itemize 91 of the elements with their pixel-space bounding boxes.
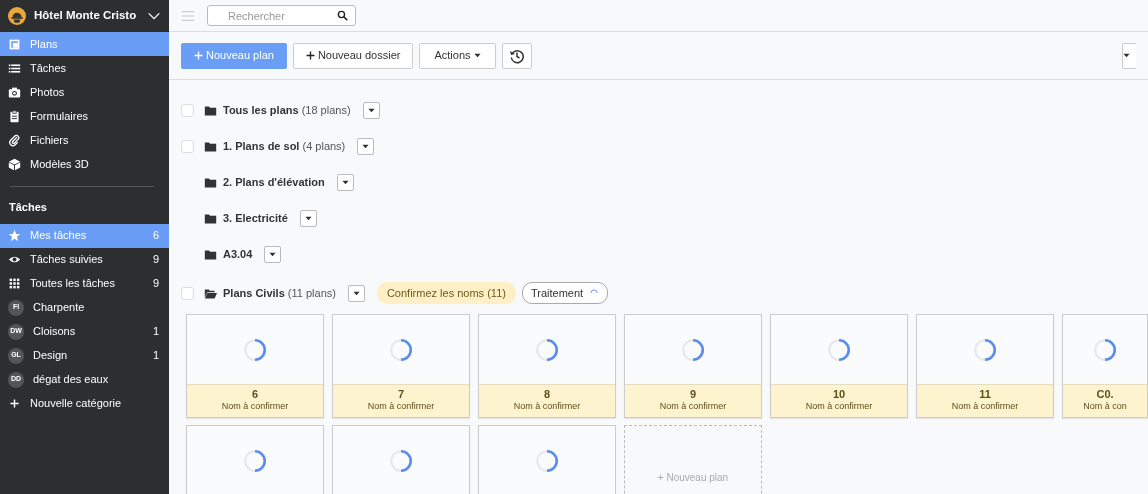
dropdown-button[interactable]	[264, 245, 282, 263]
plan-card[interactable]: 6 Nom à confirmer	[186, 314, 324, 418]
paperclip-icon	[8, 133, 21, 147]
cube-icon	[8, 157, 21, 171]
folder-name[interactable]: Tous les plans (18 plans)	[223, 101, 351, 119]
spinner-icon	[388, 447, 414, 474]
plan-icon	[8, 37, 21, 51]
sidebar-item[interactable]: Fichiers	[0, 128, 169, 152]
spinner-icon	[388, 336, 414, 363]
plan-number: C0.	[1095, 388, 1115, 401]
sidebar-item[interactable]: Tâches suivies 9	[0, 247, 169, 272]
plan-number: 7	[396, 388, 406, 401]
search-icon	[337, 10, 348, 21]
checkbox[interactable]	[181, 286, 194, 300]
search-field[interactable]: Rechercher	[207, 5, 356, 26]
folder-name[interactable]: Plans Civils (11 plans)	[223, 284, 336, 302]
dropdown-button[interactable]	[299, 209, 317, 227]
plan-card[interactable]: C0. Nom à con	[1062, 314, 1148, 418]
spinner-icon	[826, 336, 852, 363]
camera-icon	[8, 85, 21, 99]
history-button[interactable]	[501, 42, 532, 69]
caret-icon	[473, 52, 481, 59]
spinner-icon	[972, 336, 998, 363]
spinner-icon	[534, 447, 560, 474]
plan-card[interactable]: 7 Nom à confirmer	[332, 314, 470, 418]
menu-icon	[181, 8, 195, 23]
caret-icon	[352, 289, 360, 297]
plan-status: Nom à confirmer	[950, 400, 1020, 411]
project-title[interactable]: Hôtel Monte Cristo	[34, 7, 139, 25]
count: 1	[152, 348, 159, 364]
caret-icon	[1123, 52, 1130, 59]
plan-status: Nom à confirmer	[658, 400, 728, 411]
plus-icon	[8, 397, 21, 410]
spinner-icon	[242, 447, 268, 474]
count: 9	[152, 276, 159, 292]
dropdown-button[interactable]	[357, 137, 375, 155]
caret-icon	[367, 106, 375, 114]
history-icon	[508, 47, 525, 64]
plan-status: Nom à confirmer	[804, 400, 874, 411]
spinner-icon	[534, 336, 560, 363]
status-badge: Traitement	[521, 281, 609, 305]
caret-icon	[269, 250, 277, 258]
folder-name[interactable]: 1. Plans de sol (4 plans)	[223, 137, 346, 155]
folder-name[interactable]: 3. Electricité	[223, 209, 288, 227]
plan-card[interactable]: 9 Nom à confirmer	[624, 314, 762, 418]
dropdown-button[interactable]	[336, 173, 354, 191]
sidebar-item[interactable]: Tâches	[0, 56, 169, 80]
plan-status: Nom à confirmer	[512, 400, 582, 411]
spinner-icon	[242, 336, 268, 363]
dropdown-button[interactable]	[362, 101, 380, 119]
spinner-icon	[1092, 336, 1118, 363]
plan-status: Nom à con	[1082, 400, 1128, 411]
grid-icon	[8, 277, 21, 290]
sidebar-item[interactable]: Nouvelle catégorie	[0, 391, 169, 416]
plan-card[interactable]: 8 Nom à confirmer	[478, 314, 616, 418]
status-badge: Confirmez les noms (11)	[376, 281, 516, 305]
caret-icon	[362, 142, 370, 150]
count: 1	[152, 324, 159, 340]
folder-name[interactable]: A3.04	[223, 245, 253, 263]
plan-number: 9	[688, 388, 698, 401]
list-icon	[8, 61, 21, 75]
folder-name[interactable]: 2. Plans d'élévation	[223, 173, 325, 191]
dropdown-button[interactable]	[1122, 42, 1136, 69]
sidebar-item[interactable]: Toutes les tâches 9	[0, 271, 169, 296]
plan-card[interactable]: 10 Nom à confirmer	[770, 314, 908, 418]
sidebar-item[interactable]: Formulaires	[0, 104, 169, 128]
plan-number: 8	[542, 388, 552, 401]
hardhat-logo-icon	[8, 7, 26, 25]
checkbox[interactable]	[181, 103, 194, 117]
spinner-icon	[680, 336, 706, 363]
new-folder-button[interactable]: Nouveau dossier	[292, 42, 414, 69]
clipboard-icon	[8, 109, 21, 123]
sidebar-item[interactable]: Modèles 3D	[0, 152, 169, 176]
plan-status: Nom à confirmer	[366, 400, 436, 411]
plan-number: 11	[978, 388, 992, 401]
actions-dropdown[interactable]: Actions	[419, 42, 496, 69]
checkbox[interactable]	[181, 139, 194, 153]
star-icon	[8, 229, 21, 242]
count: 6	[152, 228, 159, 244]
caret-icon	[304, 214, 312, 222]
dropdown-button[interactable]	[347, 284, 365, 302]
plus-icon	[305, 51, 315, 60]
sidebar-item[interactable]: Photos	[0, 80, 169, 104]
count: 9	[152, 252, 159, 268]
plus-icon	[194, 51, 203, 60]
plan-card[interactable]: 11 Nom à confirmer	[916, 314, 1054, 418]
plan-number: 6	[250, 388, 260, 401]
plan-status: Nom à confirmer	[220, 400, 290, 411]
caret-icon	[341, 178, 349, 186]
section-title: Tâches	[8, 200, 48, 215]
plan-number: 10	[831, 388, 847, 401]
